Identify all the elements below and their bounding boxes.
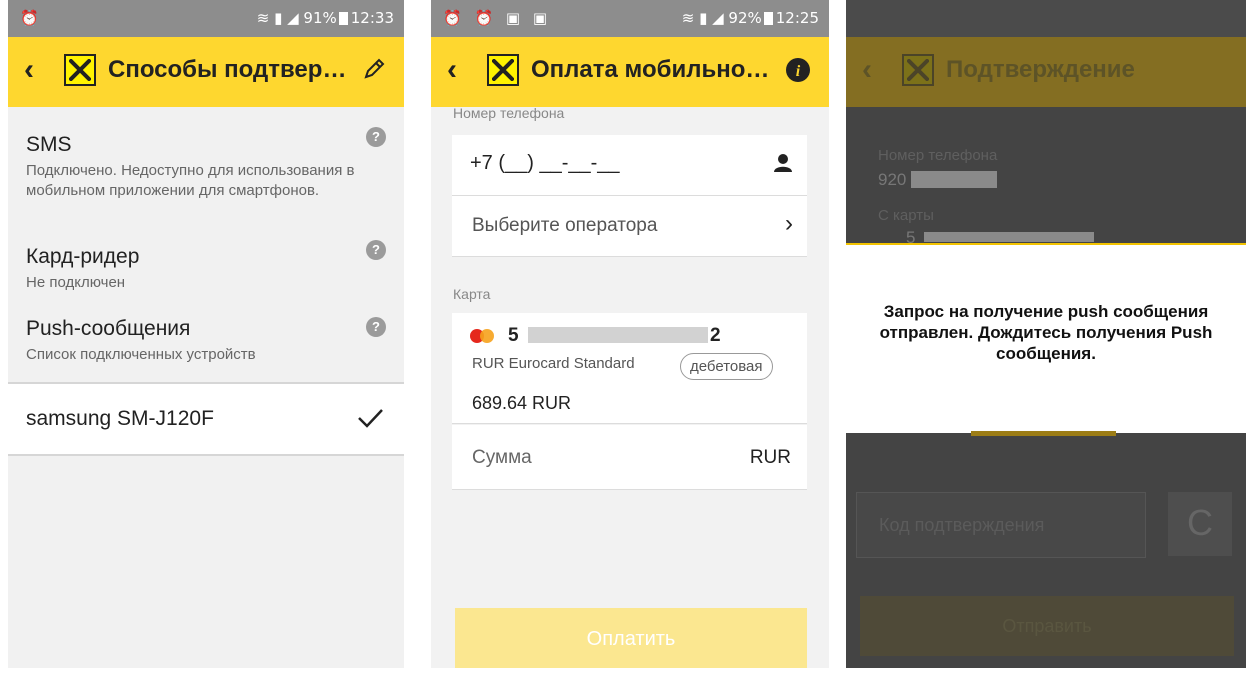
amount-input[interactable]: Сумма RUR [452, 425, 807, 490]
contact-icon[interactable] [773, 153, 793, 178]
phone-label: Номер телефона [878, 147, 998, 164]
alarm-icon: ⏰ [20, 9, 43, 27]
status-right: ≋ ▮ ◢ 92% 12:25 [682, 9, 819, 27]
method-subtitle: Не подключен [26, 274, 126, 291]
card-mask [924, 232, 1094, 242]
confirm-button: Отправить [860, 596, 1234, 656]
dialog-message: Запрос на получение push сообщения отпра… [879, 302, 1213, 363]
code-placeholder: Код подтверждения [879, 515, 1045, 535]
info-icon[interactable]: i [785, 57, 811, 88]
operator-select[interactable]: Выберите оператора › [452, 196, 807, 257]
bank-logo-icon [64, 54, 96, 86]
battery-icon [763, 12, 773, 25]
phone-value: +7 (__) __-__-__ [470, 152, 620, 174]
progress-bar [971, 431, 1116, 436]
app-bar: ‹ Подтверждение [846, 37, 1246, 107]
notification-icons: ⏰ ⏰ ▣ ▣ [443, 9, 552, 27]
screen-confirmation-methods: ⏰ ≋ ▮ ◢ 91% 12:33 ‹ Способы подтвер… SMS … [8, 0, 404, 668]
pencil-icon[interactable] [362, 57, 386, 86]
back-button: ‹ [862, 53, 872, 86]
screen-confirmation-dialog: ‹ Подтверждение Номер телефона 920 С кар… [846, 0, 1246, 668]
card-number-mask [528, 327, 708, 343]
status-right: ≋ ▮ ◢ 91% 12:33 [257, 9, 394, 27]
pay-button[interactable]: Оплатить [455, 608, 807, 668]
back-button[interactable]: ‹ [447, 53, 457, 87]
card-number-start: 5 [508, 325, 519, 346]
method-title: Кард-ридер [26, 245, 140, 268]
operator-label: Выберите оператора [472, 215, 658, 236]
phone-input[interactable]: +7 (__) __-__-__ [452, 135, 807, 196]
wifi-signal-icon: ≋ ▮ ◢ [256, 9, 299, 27]
app-bar: ‹ Оплата мобильно… i [431, 37, 829, 107]
clock: 12:33 [350, 9, 394, 27]
mastercard-icon [470, 327, 502, 345]
app-bar: ‹ Способы подтвер… [8, 37, 404, 107]
card-label: Карта [453, 286, 491, 302]
page-title: Подтверждение [946, 56, 1135, 83]
method-sms[interactable]: SMS Подключено. Недоступно для использов… [26, 133, 366, 201]
refresh-icon: C [1168, 492, 1232, 556]
phone-mask [911, 171, 997, 188]
back-button[interactable]: ‹ [24, 53, 34, 87]
wifi-signal-icon: ≋ ▮ ◢ [681, 9, 724, 27]
card-type: RUR Eurocard Standard [472, 355, 635, 372]
method-title: Push-сообщения [26, 317, 191, 340]
checkmark-icon [356, 406, 384, 435]
methods-list: SMS Подключено. Недоступно для использов… [8, 107, 404, 383]
phone-label: Номер телефона [453, 105, 565, 121]
method-push[interactable]: Push-сообщения Список подключенных устро… [26, 317, 366, 365]
method-card-reader[interactable]: Кард-ридер Не подключен [26, 245, 366, 293]
amount-label: Сумма [472, 447, 532, 468]
amount-currency: RUR [749, 447, 791, 468]
method-subtitle: Подключено. Недоступно для использования… [26, 162, 355, 199]
card-selector[interactable]: 5 2 RUR Eurocard Standard дебетовая 689.… [452, 313, 807, 424]
divider [8, 454, 404, 456]
card-badge: дебетовая [680, 353, 773, 380]
status-bar [846, 0, 1246, 37]
code-input: Код подтверждения [856, 492, 1146, 558]
push-dialog: Запрос на получение push сообщения отпра… [846, 243, 1246, 433]
page-title: Оплата мобильно… [531, 56, 770, 83]
clock: 12:25 [775, 9, 819, 27]
battery-percent: 92% [728, 9, 762, 27]
status-bar: ⏰ ⏰ ▣ ▣ ≋ ▮ ◢ 92% 12:25 [431, 0, 829, 37]
card-number-end: 2 [710, 325, 721, 346]
page-title: Способы подтвер… [108, 56, 347, 83]
bank-logo-icon [487, 54, 519, 86]
device-label: samsung SM-J120F [26, 407, 214, 430]
help-icon[interactable]: ? [366, 240, 386, 260]
card-label: С карты [878, 207, 934, 224]
phone-value: 920 [878, 170, 907, 189]
card-balance: 689.64 RUR [472, 393, 572, 413]
screen-mobile-payment: ⏰ ⏰ ▣ ▣ ≋ ▮ ◢ 92% 12:25 ‹ Оплата мобильно… [431, 0, 829, 668]
device-item[interactable]: samsung SM-J120F [8, 384, 404, 454]
chevron-right-icon: › [785, 210, 793, 237]
bank-logo-icon [902, 54, 934, 86]
help-icon[interactable]: ? [366, 127, 386, 147]
svg-text:i: i [796, 63, 801, 80]
battery-icon [338, 12, 348, 25]
method-title: SMS [26, 133, 72, 156]
battery-percent: 91% [303, 9, 337, 27]
status-bar: ⏰ ≋ ▮ ◢ 91% 12:33 [8, 0, 404, 37]
help-icon[interactable]: ? [366, 317, 386, 337]
method-subtitle: Список подключенных устройств [26, 346, 256, 363]
